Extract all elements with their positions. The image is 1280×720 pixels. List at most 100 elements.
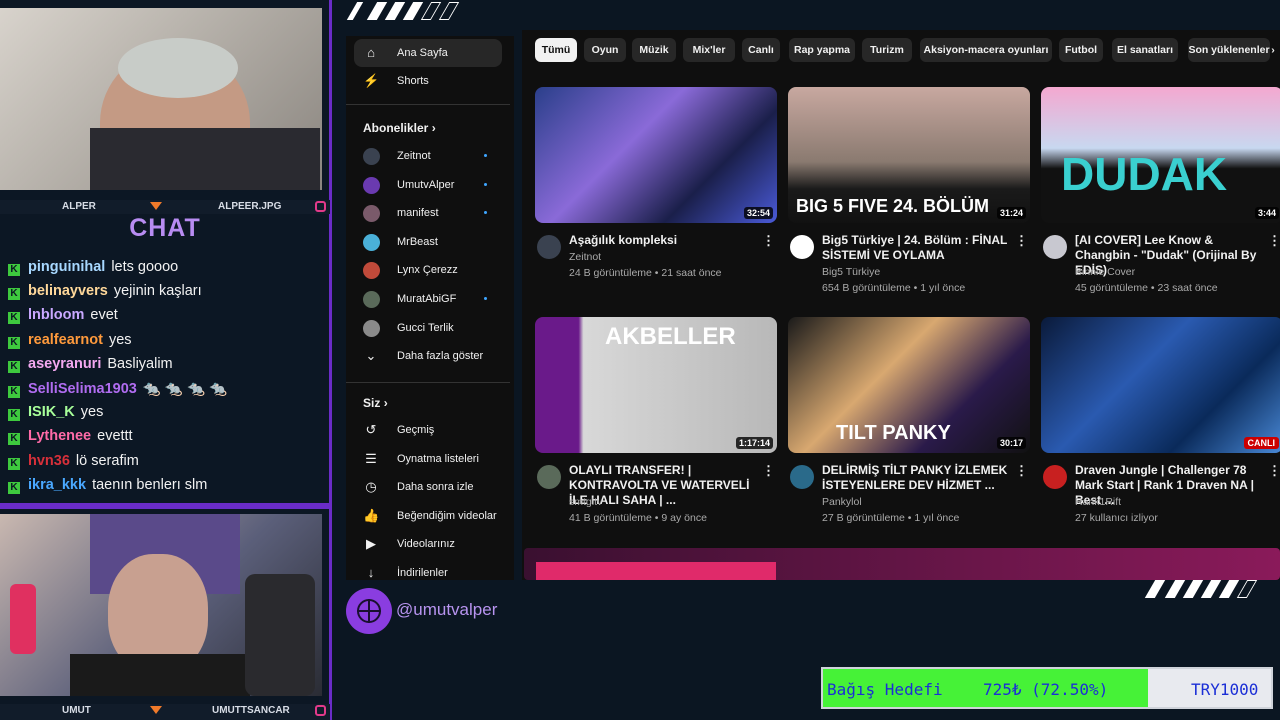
channel-avatar[interactable] — [537, 465, 561, 489]
sidebar-item-subscription[interactable]: Lynx Çerezz — [354, 256, 502, 284]
promo-banner — [524, 548, 1280, 580]
chevron-down-icon: ⌄ — [365, 348, 377, 363]
more-options-icon[interactable]: ⋮ — [762, 463, 775, 479]
video-channel[interactable]: smtgltv — [569, 496, 602, 508]
chat-username[interactable]: Lythenee — [28, 428, 91, 444]
kick-badge-icon: K — [8, 312, 20, 325]
chip-filter[interactable]: Müzik — [632, 38, 676, 62]
donation-amount: 725₺ (72.50%) — [983, 680, 1109, 699]
video-meta: 27 kullanıcı izliyor — [1075, 512, 1158, 524]
chip-filter[interactable]: Aksiyon-macera oyunları — [920, 38, 1052, 62]
video-channel[interactable]: Binnie Cover — [1075, 266, 1135, 278]
left-panel: ALPER ALPEER.JPG CHAT Kpinguinihal lets g… — [0, 0, 332, 720]
more-options-icon[interactable]: ⋮ — [1268, 233, 1280, 249]
channel-avatar[interactable] — [1043, 465, 1067, 489]
chat-username[interactable]: belinayvers — [28, 283, 108, 299]
channel-avatar[interactable] — [790, 235, 814, 259]
video-thumbnail[interactable]: DUDAK 3:44 — [1041, 87, 1280, 223]
kick-badge-icon: K — [8, 457, 20, 470]
chat-message: K SelliSelima1903 🐀 🐀 🐀 🐀 — [8, 380, 227, 402]
chat-username[interactable]: ikra_kkk — [28, 477, 86, 493]
subscriptions-header[interactable]: Abonelikler › — [363, 121, 436, 135]
chat-username[interactable]: realfearnot — [28, 332, 103, 348]
sidebar-item-playlist[interactable]: ☰ Oynatma listeleri — [354, 445, 502, 473]
sidebar-item-subscription[interactable]: MrBeast — [354, 228, 502, 256]
chip-filter[interactable]: Oyun — [584, 38, 626, 62]
sidebar-item-subscription[interactable]: UmutvAlper — [354, 171, 502, 199]
kick-badge-icon: K — [8, 360, 20, 373]
gaming-chair — [245, 574, 315, 696]
chat-text: evettt — [97, 428, 133, 445]
sidebar-item-your-videos[interactable]: ▶ Videolarınız — [354, 530, 502, 558]
video-channel[interactable]: Big5 Türkiye — [822, 266, 880, 278]
clock-icon: ◷ — [365, 479, 377, 495]
video-channel[interactable]: Pankylol — [822, 496, 862, 508]
new-content-dot — [484, 182, 487, 186]
sidebar-item-label: UmutvAlper — [397, 178, 455, 191]
sidebar-item-label: Daha sonra izle — [397, 481, 474, 494]
chevron-right-icon[interactable]: › — [1266, 38, 1280, 62]
video-channel[interactable]: Rank1Rift — [1075, 496, 1121, 508]
video-thumbnail[interactable]: 32:54 — [535, 87, 777, 223]
chip-filter[interactable]: Canlı — [742, 38, 780, 62]
video-title[interactable]: DELİRMİŞ TİLT PANKY İZLEMEK İSTEYENLERE … — [822, 463, 1018, 493]
channel-avatar[interactable] — [537, 235, 561, 259]
video-card[interactable]: TILT PANKY 30:17 DELİRMİŞ TİLT PANKY İZLEM… — [788, 317, 1030, 537]
video-card[interactable]: BIG 5 FIVE 24. BÖLÜM 31:24 Big5 Türkiye | … — [788, 87, 1030, 307]
video-card[interactable]: CANLI Draven Jungle | Challenger 78 Mark … — [1041, 317, 1280, 537]
kick-badge-icon: K — [8, 409, 20, 422]
sidebar-item-download[interactable]: ↓ İndirilenler — [354, 559, 502, 587]
stripe — [1144, 580, 1166, 598]
channel-avatar[interactable] — [790, 465, 814, 489]
chat-username[interactable]: pinguinihal — [28, 259, 105, 275]
video-duration: 3:44 — [1254, 207, 1279, 219]
chat-text: taenın benlerı slm — [92, 476, 208, 493]
stripe — [346, 2, 364, 20]
video-thumbnail[interactable]: TILT PANKY 30:17 — [788, 317, 1030, 453]
sidebar-item-subscription[interactable]: Gucci Terlik — [354, 314, 502, 342]
chip-filter[interactable]: Futbol — [1059, 38, 1103, 62]
more-options-icon[interactable]: ⋮ — [1015, 463, 1028, 479]
chip-filter[interactable]: Tümü — [535, 38, 577, 62]
channel-avatar — [363, 148, 380, 165]
video-thumbnail[interactable]: AKBELLER 1:17:14 — [535, 317, 777, 453]
sidebar-item-clock[interactable]: ◷ Daha sonra izle — [354, 473, 502, 501]
video-card[interactable]: 32:54 Aşağılık kompleksi Zeitnot 24 B görün… — [535, 87, 777, 307]
video-channel[interactable]: Zeitnot — [569, 251, 601, 263]
chip-filter[interactable]: Rap yapma — [789, 38, 855, 62]
more-options-icon[interactable]: ⋮ — [1015, 233, 1028, 249]
top-stripes — [340, 0, 1280, 22]
video-title[interactable]: Big5 Türkiye | 24. Bölüm : FİNAL SİSTEMİ… — [822, 233, 1018, 263]
chat-username[interactable]: aseyranuri — [28, 356, 101, 372]
video-card[interactable]: DUDAK 3:44 [AI COVER] Lee Know & Changbin … — [1041, 87, 1280, 307]
chat-username[interactable]: ISIK_K — [28, 404, 75, 420]
you-header[interactable]: Siz › — [363, 396, 388, 410]
sidebar-item-show-more[interactable]: ⌄ Daha fazla göster — [354, 342, 502, 370]
video-thumbnail[interactable]: BIG 5 FIVE 24. BÖLÜM 31:24 — [788, 87, 1030, 223]
chat-username[interactable]: hvn36 — [28, 453, 70, 469]
sidebar-item-history[interactable]: ↺ Geçmiş — [354, 416, 502, 444]
chip-filter[interactable]: Mix'ler — [683, 38, 735, 62]
channel-avatar[interactable] — [1043, 235, 1067, 259]
chip-filter[interactable]: El sanatları — [1112, 38, 1178, 62]
chip-filter[interactable]: Turizm — [862, 38, 912, 62]
sidebar-item-subscription[interactable]: manifest — [354, 199, 502, 227]
sidebar-item-label: Gucci Terlik — [397, 321, 454, 334]
chat-message: Krealfearnot yes — [8, 332, 132, 354]
video-title[interactable]: Aşağılık kompleksi — [569, 233, 765, 248]
chat-text: yes — [80, 404, 104, 421]
chat-username[interactable]: SelliSelima1903 — [28, 381, 137, 397]
more-options-icon[interactable]: ⋮ — [1268, 463, 1280, 479]
video-meta: 27 B görüntüleme • 1 yıl önce — [822, 512, 960, 524]
chat-message: Kaseyranuri Basliyalim — [8, 356, 173, 378]
chat-username[interactable]: lnbloom — [28, 307, 84, 323]
sidebar-item-home[interactable]: ⌂ Ana Sayfa — [354, 39, 502, 67]
video-card[interactable]: AKBELLER 1:17:14 OLAYLI TRANSFER! | KONTRA… — [535, 317, 777, 537]
more-options-icon[interactable]: ⋮ — [762, 233, 775, 249]
sidebar-item-like[interactable]: 👍 Beğendiğim videolar — [354, 502, 502, 530]
sidebar-item-subscription[interactable]: Zeitnot — [354, 142, 502, 170]
video-thumbnail[interactable]: CANLI — [1041, 317, 1280, 453]
sidebar-item-shorts[interactable]: ⚡ Shorts — [354, 67, 502, 95]
sidebar-item-subscription[interactable]: MuratAbiGF — [354, 285, 502, 313]
chip-filter[interactable]: Son yüklenenler — [1188, 38, 1270, 62]
